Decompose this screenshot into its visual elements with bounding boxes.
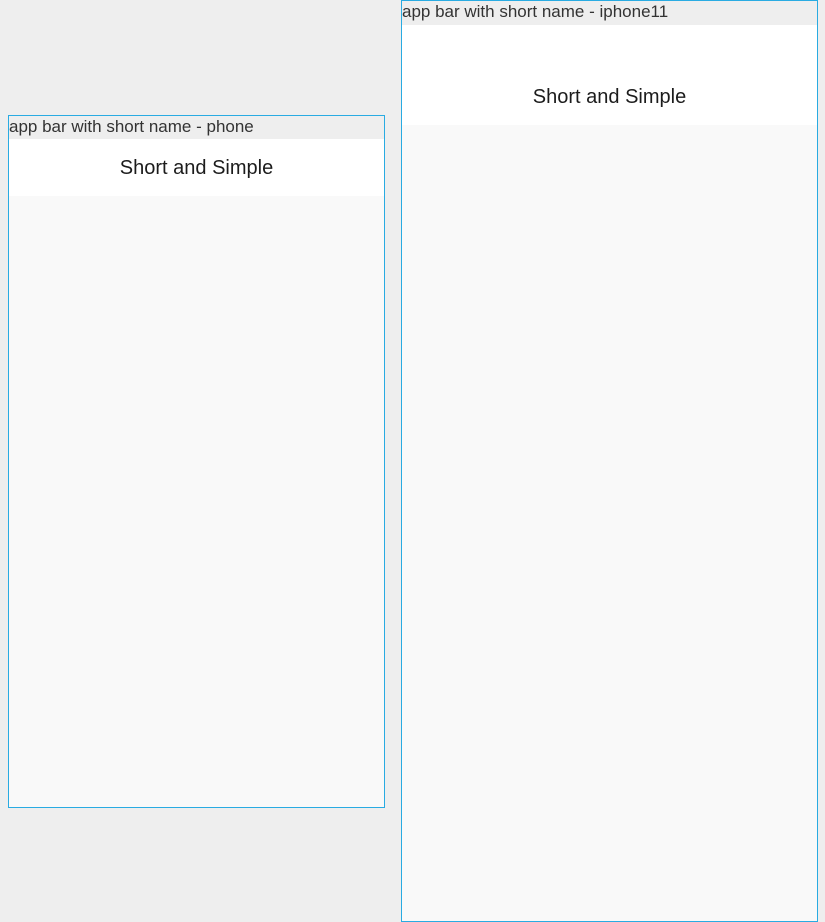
app-bar-iphone11: Short and Simple [402, 25, 817, 125]
app-bar-title-iphone11: Short and Simple [532, 86, 687, 108]
device-frame-phone: app bar with short name - phone Short an… [8, 115, 385, 808]
screen-body-phone [9, 196, 384, 807]
app-bar-phone: Short and Simple [9, 139, 384, 196]
device-frame-iphone11: app bar with short name - iphone11 Short… [401, 0, 818, 922]
device-label-phone: app bar with short name - phone [9, 116, 384, 139]
device-label-iphone11: app bar with short name - iphone11 [402, 1, 817, 25]
screen-body-iphone11 [402, 125, 817, 921]
app-bar-title-phone: Short and Simple [119, 157, 274, 179]
